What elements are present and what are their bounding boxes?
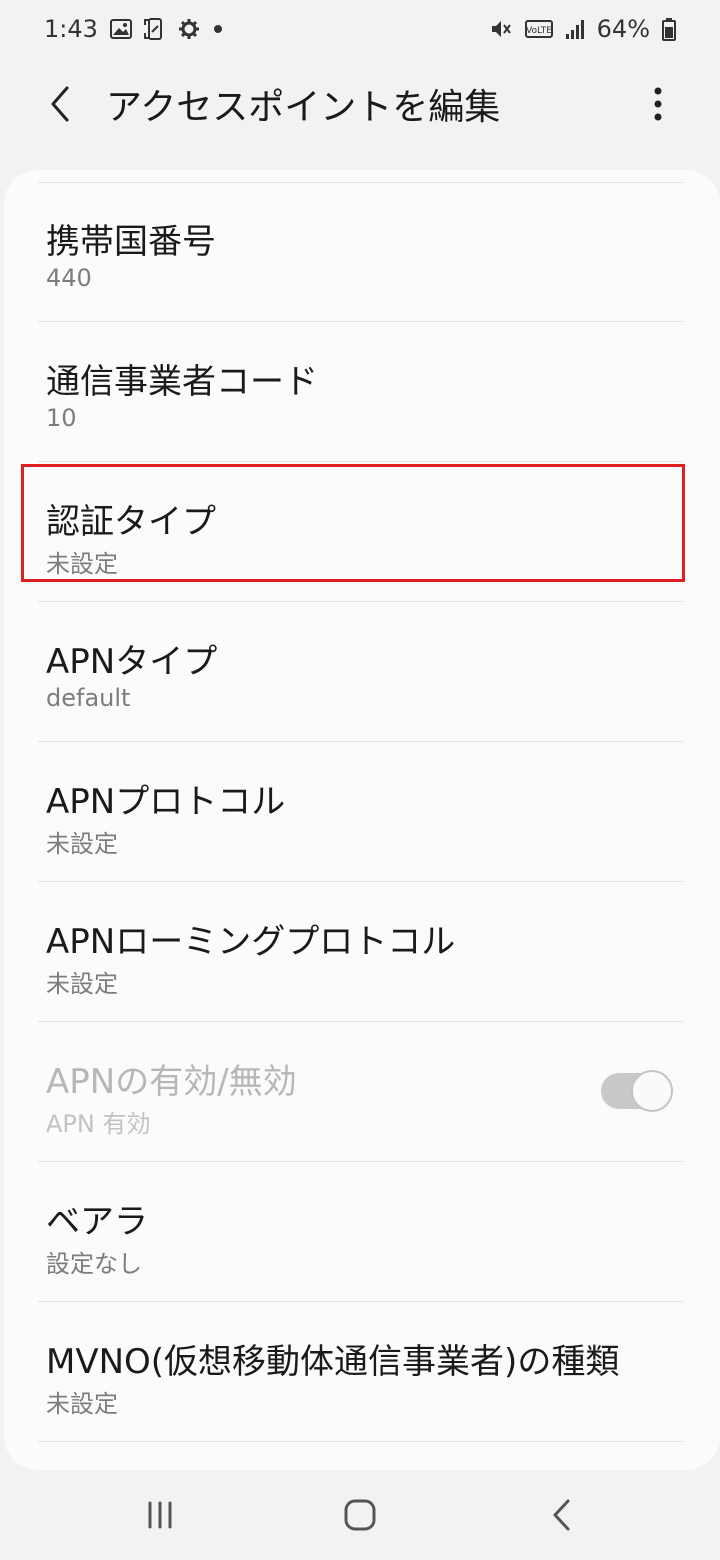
- setting-label: APNタイプ: [46, 642, 218, 682]
- setting-value: APN 有効: [46, 1110, 151, 1138]
- back-icon: [553, 1499, 570, 1531]
- navigation-bar: [0, 1470, 720, 1560]
- setting-apn-protocol[interactable]: APNプロトコル 未設定: [4, 742, 720, 882]
- image-icon: [109, 19, 132, 39]
- setting-label: ベアラ: [46, 1202, 148, 1242]
- setting-value: 440: [46, 264, 92, 292]
- setting-value: 未設定: [46, 1390, 118, 1418]
- home-button[interactable]: [330, 1490, 390, 1540]
- status-right: VoLTE 64%: [489, 15, 676, 43]
- status-bar: 1:43 VoLTE 64%: [0, 0, 720, 58]
- mute-icon: [489, 17, 513, 41]
- app-bar: アクセスポイントを編集: [0, 58, 720, 150]
- setting-value: 未設定: [46, 830, 118, 858]
- setting-mcc[interactable]: 携帯国番号 440: [4, 182, 720, 322]
- more-options-button[interactable]: [634, 78, 682, 130]
- setting-apn-type[interactable]: APNタイプ default: [4, 602, 720, 742]
- setting-auth-type[interactable]: 認証タイプ 未設定: [4, 462, 720, 602]
- status-time: 1:43: [44, 15, 98, 43]
- screenshot-icon: [143, 17, 166, 41]
- setting-value: 未設定: [46, 970, 118, 998]
- settings-list: 携帯国番号 440 通信事業者コード 10 認証タイプ 未設定 APNタイプ d…: [4, 182, 720, 1442]
- setting-value: 10: [46, 404, 77, 432]
- status-left: 1:43: [44, 15, 224, 43]
- volte-label: VoLTE: [526, 26, 552, 36]
- dot-icon: [212, 23, 224, 35]
- recent-apps-button[interactable]: [130, 1490, 190, 1540]
- setting-value: 設定なし: [46, 1250, 142, 1278]
- setting-bearer[interactable]: ベアラ 設定なし: [4, 1162, 720, 1302]
- setting-label: 通信事業者コード: [46, 362, 318, 402]
- setting-label: APNローミングプロトコル: [46, 922, 456, 962]
- page-title: アクセスポイントを編集: [106, 87, 501, 128]
- more-vert-icon: [654, 87, 662, 121]
- back-button[interactable]: [34, 78, 86, 130]
- volte-icon: VoLTE: [524, 20, 553, 38]
- gear-icon: [178, 18, 200, 40]
- nav-back-button[interactable]: [532, 1490, 592, 1540]
- setting-label: MVNO(仮想移動体通信事業者)の種類: [46, 1342, 620, 1382]
- chevron-left-icon: [51, 86, 69, 122]
- setting-value: 未設定: [46, 550, 118, 578]
- setting-label: APNの有効/無効: [46, 1062, 297, 1102]
- settings-card: 携帯国番号 440 通信事業者コード 10 認証タイプ 未設定 APNタイプ d…: [4, 170, 720, 1470]
- divider: [38, 1441, 683, 1442]
- setting-label: 認証タイプ: [46, 502, 216, 542]
- battery-icon: [662, 17, 676, 41]
- battery-percent: 64%: [596, 15, 650, 43]
- setting-label: APNプロトコル: [46, 782, 286, 822]
- toggle-thumb: [631, 1070, 673, 1112]
- signal-icon: [565, 18, 585, 40]
- setting-mvno-type[interactable]: MVNO(仮想移動体通信事業者)の種類 未設定: [4, 1302, 720, 1442]
- setting-apn-roaming-protocol[interactable]: APNローミングプロトコル 未設定: [4, 882, 720, 1022]
- setting-value: default: [46, 684, 131, 712]
- recent-apps-icon: [148, 1501, 172, 1529]
- setting-apn-enable: APNの有効/無効 APN 有効: [4, 1022, 720, 1162]
- setting-label: 携帯国番号: [46, 222, 216, 262]
- apn-enable-toggle: [601, 1070, 673, 1112]
- home-icon: [344, 1499, 376, 1531]
- setting-mnc[interactable]: 通信事業者コード 10: [4, 322, 720, 462]
